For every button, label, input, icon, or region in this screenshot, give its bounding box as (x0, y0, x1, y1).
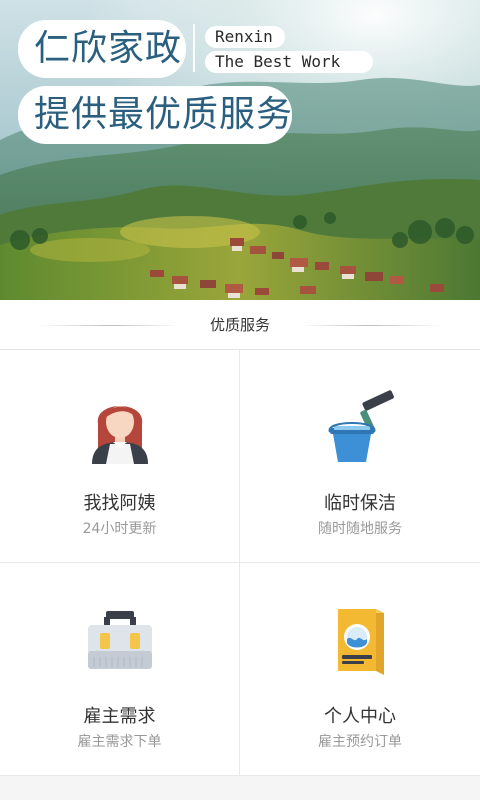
hero-divider (193, 24, 195, 72)
service-label: 雇主需求 (83, 706, 156, 727)
section-header-line-right (300, 325, 440, 326)
service-label: 临时保洁 (324, 493, 396, 514)
service-grid: 我找阿姨 24小时更新 临时保洁 随时随地服务 雇主需求 雇主需求下单 个人中心… (0, 350, 480, 776)
hero-tagline-en: The Best Work (205, 51, 373, 73)
service-label: 我找阿姨 (83, 493, 156, 514)
service-find-housekeeper[interactable]: 我找阿姨 24小时更新 (0, 350, 240, 563)
service-subtitle: 雇主需求下单 (77, 734, 162, 750)
detergent-box-icon (320, 599, 400, 679)
hero-brand-en: Renxin (205, 26, 285, 48)
hero-banner[interactable]: 仁欣家政 Renxin The Best Work 提供最优质服务 (0, 0, 480, 300)
housekeeper-icon (80, 386, 160, 466)
bottom-strip (0, 776, 480, 800)
service-personal-center[interactable]: 个人中心 雇主预约订单 (240, 563, 480, 776)
cleaning-bucket-icon (320, 386, 400, 466)
section-header: 优质服务 (0, 300, 480, 350)
service-subtitle: 雇主预约订单 (318, 734, 402, 750)
service-subtitle: 随时随地服务 (318, 521, 402, 537)
toolbox-icon (80, 599, 160, 679)
service-label: 个人中心 (324, 706, 396, 727)
hero-title-line1: 仁欣家政 (18, 20, 186, 78)
hero-title-line2: 提供最优质服务 (18, 86, 292, 144)
app-page: 仁欣家政 Renxin The Best Work 提供最优质服务 优质服务 我… (0, 0, 480, 800)
service-subtitle: 24小时更新 (82, 521, 157, 537)
service-temporary-cleaning[interactable]: 临时保洁 随时随地服务 (240, 350, 480, 563)
service-employer-demand[interactable]: 雇主需求 雇主需求下单 (0, 563, 240, 776)
